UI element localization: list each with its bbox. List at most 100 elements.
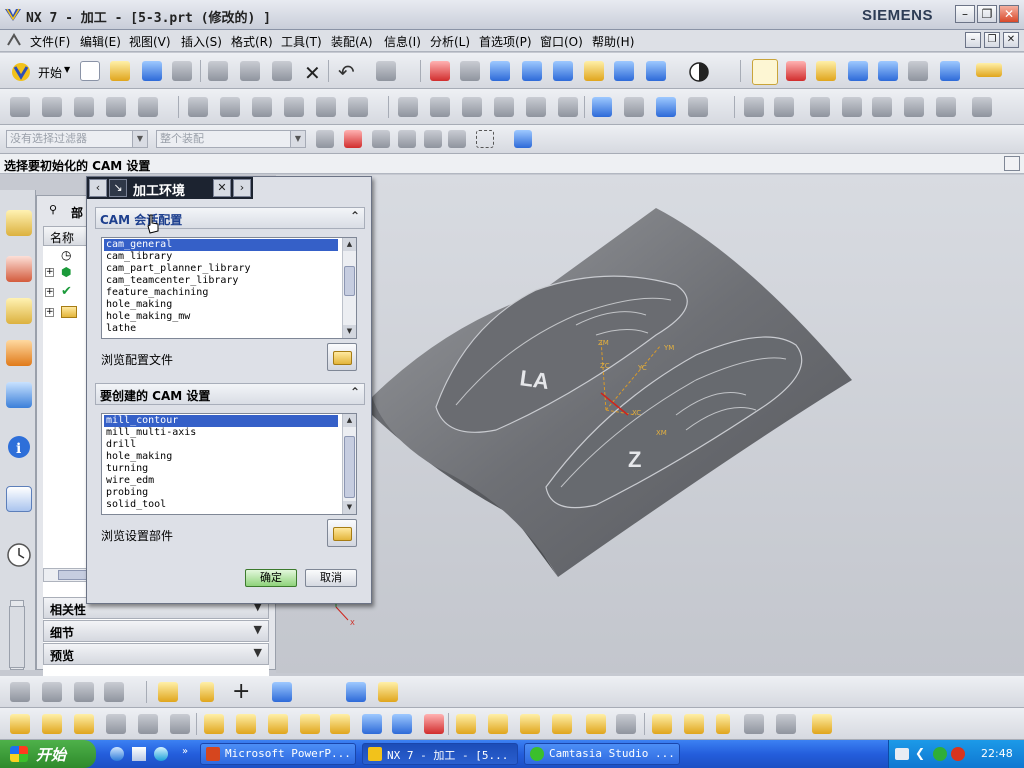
- menu-info[interactable]: 信息(I): [384, 33, 421, 50]
- list-item[interactable]: hole_making_mw: [104, 311, 190, 323]
- scroll-up-icon[interactable]: ▲: [343, 238, 356, 251]
- list-item[interactable]: lathe: [104, 323, 136, 335]
- blank-icon[interactable]: [378, 682, 398, 702]
- create-method-icon[interactable]: [104, 682, 124, 702]
- cam-session-config-header[interactable]: CAM 会话配置 ⌃: [95, 207, 365, 229]
- menu-edit[interactable]: 编辑(E): [80, 33, 121, 50]
- geometry-icon[interactable]: [624, 97, 644, 117]
- sew-icon[interactable]: [936, 97, 956, 117]
- display-mode-icon[interactable]: [688, 61, 710, 83]
- record-tray-icon[interactable]: [951, 747, 965, 761]
- block-icon[interactable]: [10, 97, 30, 117]
- list-item[interactable]: mill_contour: [104, 415, 338, 427]
- doc-close-icon[interactable]: ✕: [1003, 32, 1019, 48]
- delete-op-icon[interactable]: [616, 714, 636, 734]
- menu-assembly[interactable]: 装配(A): [331, 33, 373, 50]
- surface-icon[interactable]: [810, 97, 830, 117]
- history-icon[interactable]: [6, 382, 32, 408]
- program-order-icon[interactable]: [42, 714, 62, 734]
- ipw-icon[interactable]: [684, 714, 704, 734]
- close-icon[interactable]: ✕: [999, 5, 1019, 23]
- zoom-area-icon[interactable]: [460, 61, 480, 81]
- geometry-view-icon[interactable]: [106, 714, 126, 734]
- rectangle-select-icon[interactable]: [476, 130, 494, 148]
- method-icon[interactable]: [656, 97, 676, 117]
- menu-window[interactable]: 窗口(O): [540, 33, 583, 50]
- cue-expand-icon[interactable]: [1004, 156, 1020, 171]
- stock-icon[interactable]: [652, 714, 672, 734]
- list-path-icon[interactable]: [268, 714, 288, 734]
- create-geometry-icon[interactable]: [74, 682, 94, 702]
- expand-icon[interactable]: +: [45, 268, 54, 277]
- info-icon[interactable]: i: [6, 434, 32, 460]
- wcs-icon[interactable]: [752, 59, 778, 85]
- list-item[interactable]: solid_tool: [104, 499, 166, 511]
- list-item[interactable]: hole_making: [104, 299, 172, 311]
- program-icon[interactable]: [688, 97, 708, 117]
- web-browser-icon[interactable]: [6, 486, 32, 512]
- cut-region-icon[interactable]: [488, 714, 508, 734]
- solid-icon[interactable]: [972, 97, 992, 117]
- menu-view[interactable]: 视图(V): [129, 33, 171, 50]
- fit-view-icon[interactable]: [430, 61, 450, 81]
- paste-icon[interactable]: [272, 61, 292, 81]
- reuse-library-icon[interactable]: [6, 340, 32, 366]
- ok-button[interactable]: 确定: [245, 569, 297, 587]
- machine-tool-icon[interactable]: [74, 714, 94, 734]
- sphere-icon[interactable]: [872, 97, 892, 117]
- trim-icon[interactable]: [138, 97, 158, 117]
- point-icon[interactable]: [462, 97, 482, 117]
- create-program-icon[interactable]: [10, 682, 30, 702]
- cube-view-icon[interactable]: [646, 61, 666, 81]
- delete-icon[interactable]: ✕: [304, 61, 321, 85]
- create-tool-icon[interactable]: [42, 682, 62, 702]
- chevron-right-icon[interactable]: ›: [233, 179, 251, 197]
- expand-icon[interactable]: +: [45, 308, 54, 317]
- tool-view-icon[interactable]: [170, 714, 190, 734]
- menu-insert[interactable]: 插入(S): [181, 33, 222, 50]
- options-icon[interactable]: [776, 714, 796, 734]
- restore-icon[interactable]: ❐: [977, 5, 997, 23]
- output-icon[interactable]: [812, 714, 832, 734]
- reset-icon[interactable]: ↘: [109, 179, 127, 197]
- menu-format[interactable]: 格式(R): [231, 33, 273, 50]
- browse-config-button[interactable]: [327, 343, 357, 371]
- list-item[interactable]: cam_general: [104, 239, 338, 251]
- snap-point-icon[interactable]: [344, 130, 362, 148]
- chevron-left-icon[interactable]: ‹: [89, 179, 107, 197]
- dialog-close-icon[interactable]: ✕: [213, 179, 231, 197]
- copy-op-icon[interactable]: [552, 714, 572, 734]
- offset-icon[interactable]: [494, 97, 514, 117]
- datum-csys-icon[interactable]: [786, 61, 806, 81]
- list-item[interactable]: wire_edm: [104, 475, 154, 487]
- feed-icon[interactable]: [392, 714, 412, 734]
- browse-setup-button[interactable]: [327, 519, 357, 547]
- quicklaunch-more-icon[interactable]: »: [182, 746, 188, 757]
- graphics-window[interactable]: LA Z ZM YM ZC YC XC XM Y X: [276, 175, 1024, 673]
- generate-path-icon[interactable]: [204, 714, 224, 734]
- list-item[interactable]: probing: [104, 487, 148, 499]
- setup-list-scrollbar[interactable]: ▲ ▼: [342, 414, 356, 514]
- list-item[interactable]: cam_part_planner_library: [104, 263, 251, 275]
- list-item[interactable]: turning: [104, 463, 148, 475]
- scroll-thumb[interactable]: [344, 266, 355, 296]
- media-icon[interactable]: [154, 747, 168, 761]
- cancel-button[interactable]: 取消: [305, 569, 357, 587]
- shell-icon[interactable]: [252, 97, 272, 117]
- sketch-icon[interactable]: [398, 97, 418, 117]
- blend-icon[interactable]: [188, 97, 208, 117]
- menu-analysis[interactable]: 分析(L): [430, 33, 470, 50]
- type-filter-combo[interactable]: 没有选择过滤器 ▼: [6, 130, 148, 148]
- menu-app-icon[interactable]: [6, 33, 22, 49]
- list-item[interactable]: feature_machining: [104, 287, 208, 299]
- mirror-icon[interactable]: [558, 97, 578, 117]
- scroll-down-icon[interactable]: ▼: [343, 501, 356, 514]
- menu-tools[interactable]: 工具(T): [281, 33, 322, 50]
- cut-icon[interactable]: [208, 61, 228, 81]
- camtasia-tray-icon[interactable]: [933, 747, 947, 761]
- method-view-icon[interactable]: [138, 714, 158, 734]
- snap-center-icon[interactable]: [424, 130, 442, 148]
- postprocess-icon[interactable]: [940, 61, 960, 81]
- link-op-icon[interactable]: [716, 714, 730, 734]
- list-item[interactable]: drill: [104, 439, 136, 451]
